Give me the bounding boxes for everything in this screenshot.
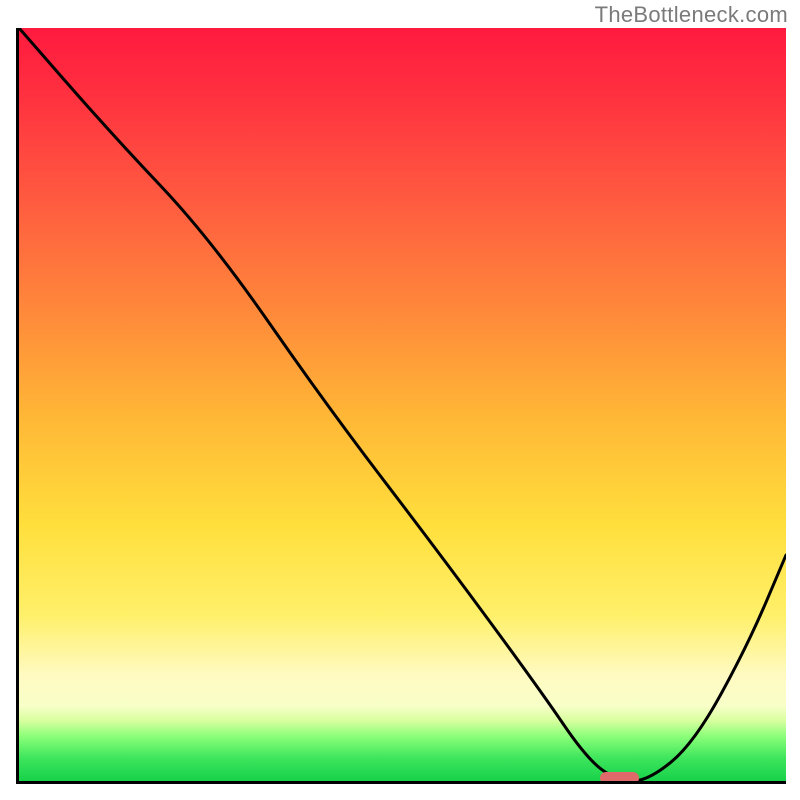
- chart-container: TheBottleneck.com: [0, 0, 800, 800]
- optimal-marker: [600, 772, 639, 784]
- curve-layer: [19, 28, 786, 781]
- watermark-text: TheBottleneck.com: [595, 2, 788, 28]
- plot-area: [16, 28, 786, 784]
- bottleneck-curve: [19, 28, 786, 781]
